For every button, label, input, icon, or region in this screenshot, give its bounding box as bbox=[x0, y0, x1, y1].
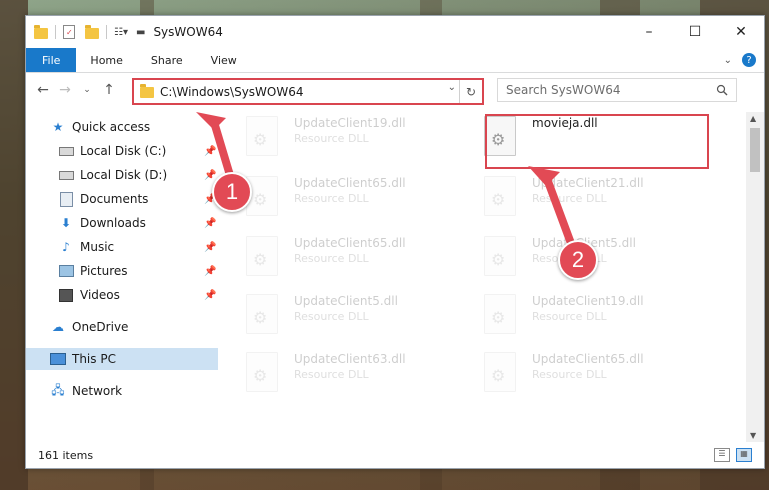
callout-arrow-1 bbox=[196, 112, 576, 250]
callout-badge-1: 1 bbox=[212, 172, 252, 212]
callout-badge-2: 2 bbox=[558, 240, 598, 280]
